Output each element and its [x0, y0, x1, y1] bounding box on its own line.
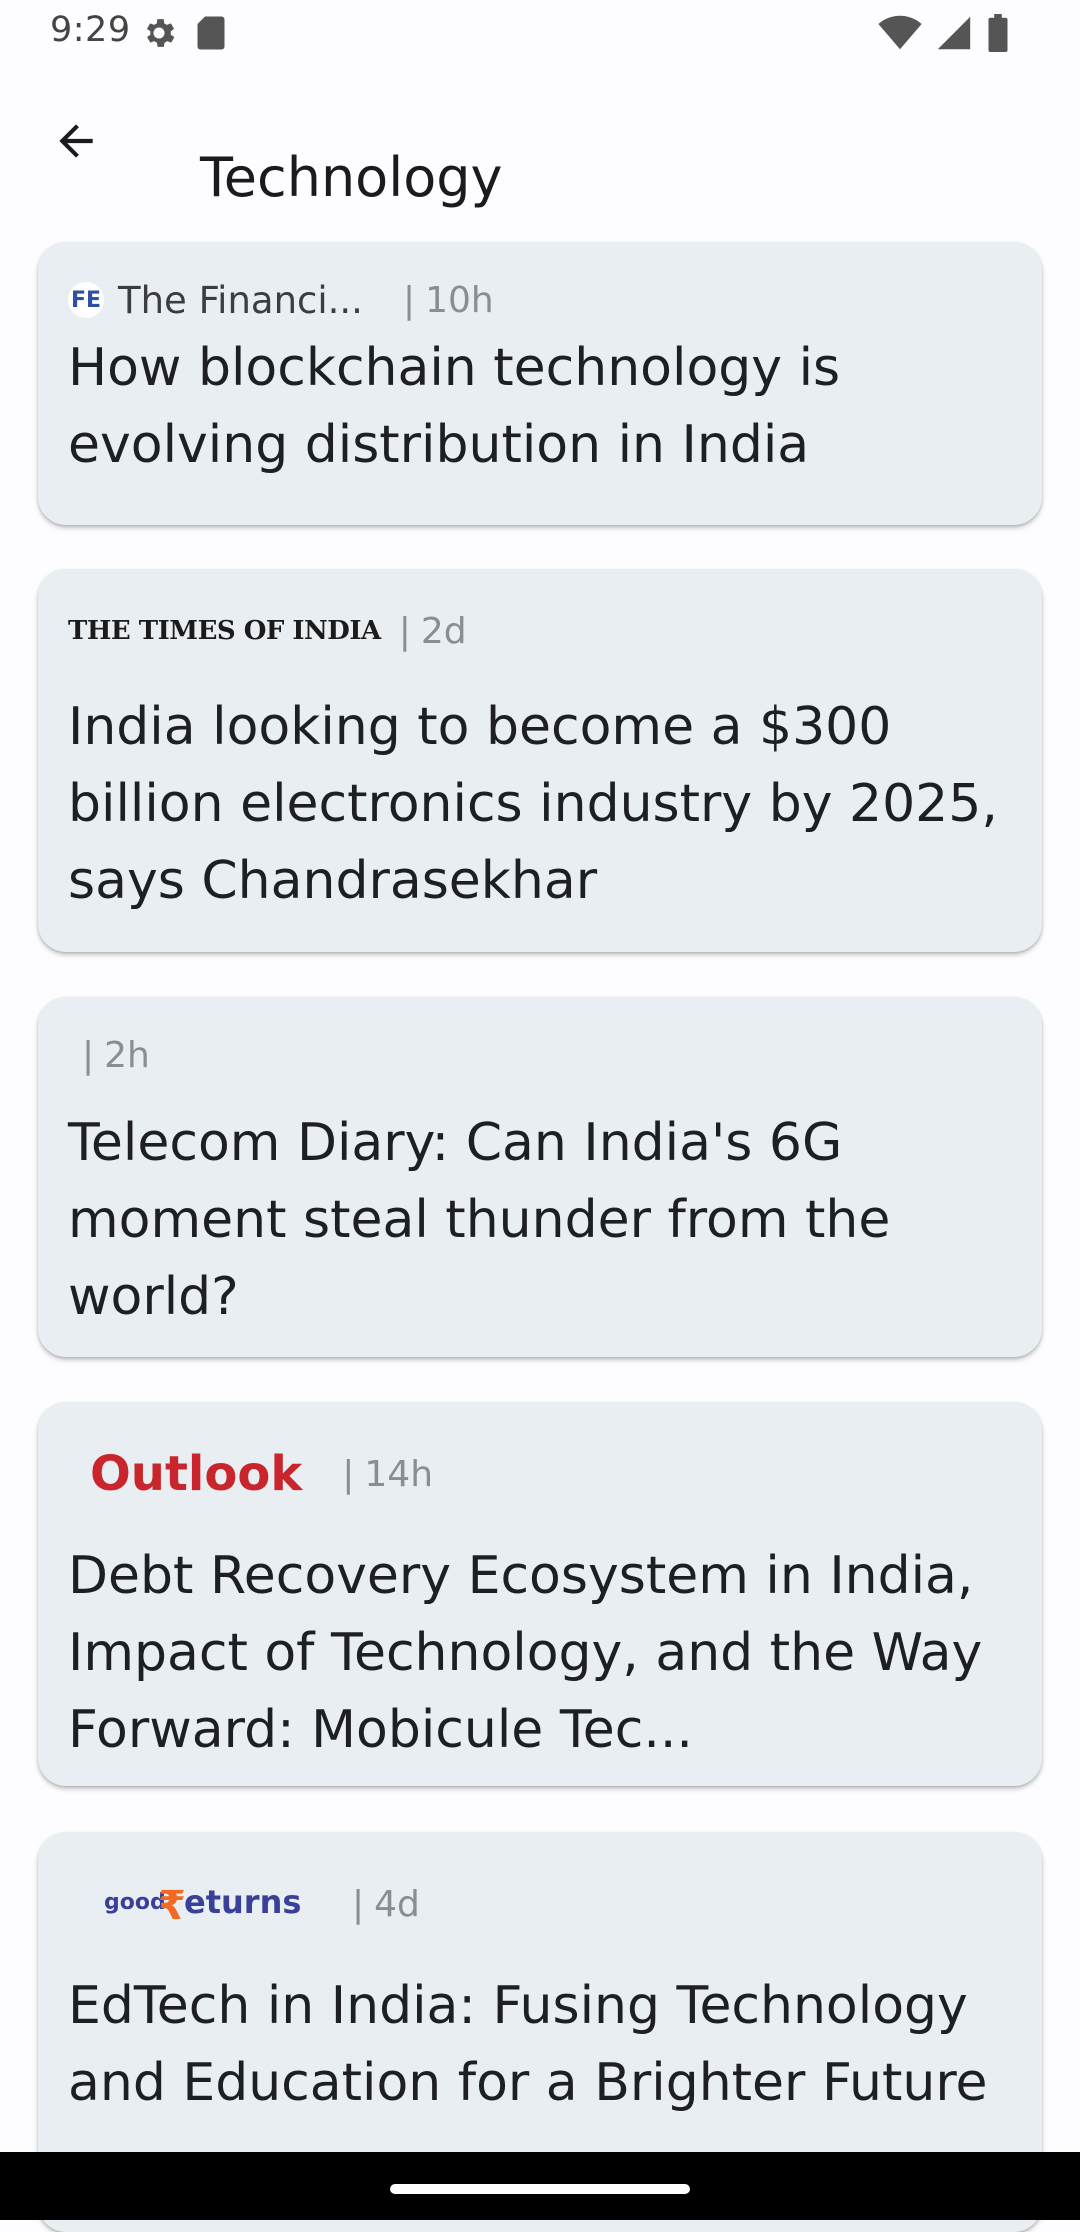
app-bar: Technology [0, 66, 1080, 221]
svg-text:eturns: eturns [184, 1883, 301, 1921]
meta-separator: | [402, 279, 416, 321]
article-headline[interactable]: EdTech in India: Fusing Technology and E… [68, 1968, 1012, 2122]
time-ago: 10h [425, 279, 494, 321]
article-headline[interactable]: How blockchain technology is evolving di… [68, 330, 1012, 484]
back-button[interactable] [36, 103, 116, 183]
status-bar: 9:29 [0, 0, 1080, 66]
sd-card-icon [196, 15, 226, 55]
source-name: The Financi... [118, 278, 363, 322]
article-meta: | 2h [68, 1025, 1012, 1085]
article-headline[interactable]: Telecom Diary: Can India's 6G moment ste… [68, 1105, 1012, 1336]
status-left-icons [140, 14, 226, 56]
goodreturns-logo-mark: good ₹ eturns [104, 1883, 301, 1929]
meta-separator: | [352, 1883, 365, 1925]
meta-separator: | [398, 610, 411, 652]
status-right-icons [878, 14, 1010, 56]
time-ago: 2d [420, 610, 467, 652]
battery-icon [986, 14, 1010, 56]
article-meta: good ₹ eturns | 4d [68, 1874, 1012, 1934]
source-logo: good ₹ eturns [104, 1879, 304, 1929]
meta-separator: | [82, 1034, 95, 1076]
cell-signal-icon [936, 15, 972, 55]
article-headline[interactable]: India looking to become a $300 billion e… [68, 689, 1012, 920]
meta-separator: | [342, 1453, 355, 1495]
status-time: 9:29 [50, 10, 131, 50]
article-card[interactable]: Outlook | 14h Debt Recovery Ecosystem in… [38, 1402, 1042, 1786]
article-headline[interactable]: Debt Recovery Ecosystem in India, Impact… [68, 1538, 1012, 1769]
system-navigation-bar [0, 2152, 1080, 2220]
settings-icon [140, 14, 178, 56]
article-card[interactable]: THE TIMES OF INDIA | 2d India looking to… [38, 569, 1042, 952]
article-meta: FE The Financi... | 10h [68, 270, 1012, 330]
svg-text:₹: ₹ [158, 1883, 186, 1929]
arrow-back-icon [51, 116, 101, 170]
time-ago: 2h [104, 1034, 150, 1076]
article-card[interactable]: FE The Financi... | 10h How blockchain t… [38, 242, 1042, 525]
article-card[interactable]: | 2h Telecom Diary: Can India's 6G momen… [38, 997, 1042, 1357]
source-logo: THE TIMES OF INDIA [68, 616, 381, 646]
source-logo: FE [68, 282, 104, 318]
svg-text:good: good [104, 1890, 166, 1915]
article-meta: THE TIMES OF INDIA | 2d [68, 601, 1012, 661]
wifi-icon [878, 15, 922, 55]
time-ago: 4d [374, 1883, 420, 1925]
page-title: Technology [200, 146, 503, 210]
article-meta: Outlook | 14h [68, 1444, 1012, 1504]
time-ago: 14h [364, 1453, 434, 1495]
source-logo: Outlook [90, 1446, 303, 1502]
home-indicator[interactable] [390, 2184, 690, 2194]
